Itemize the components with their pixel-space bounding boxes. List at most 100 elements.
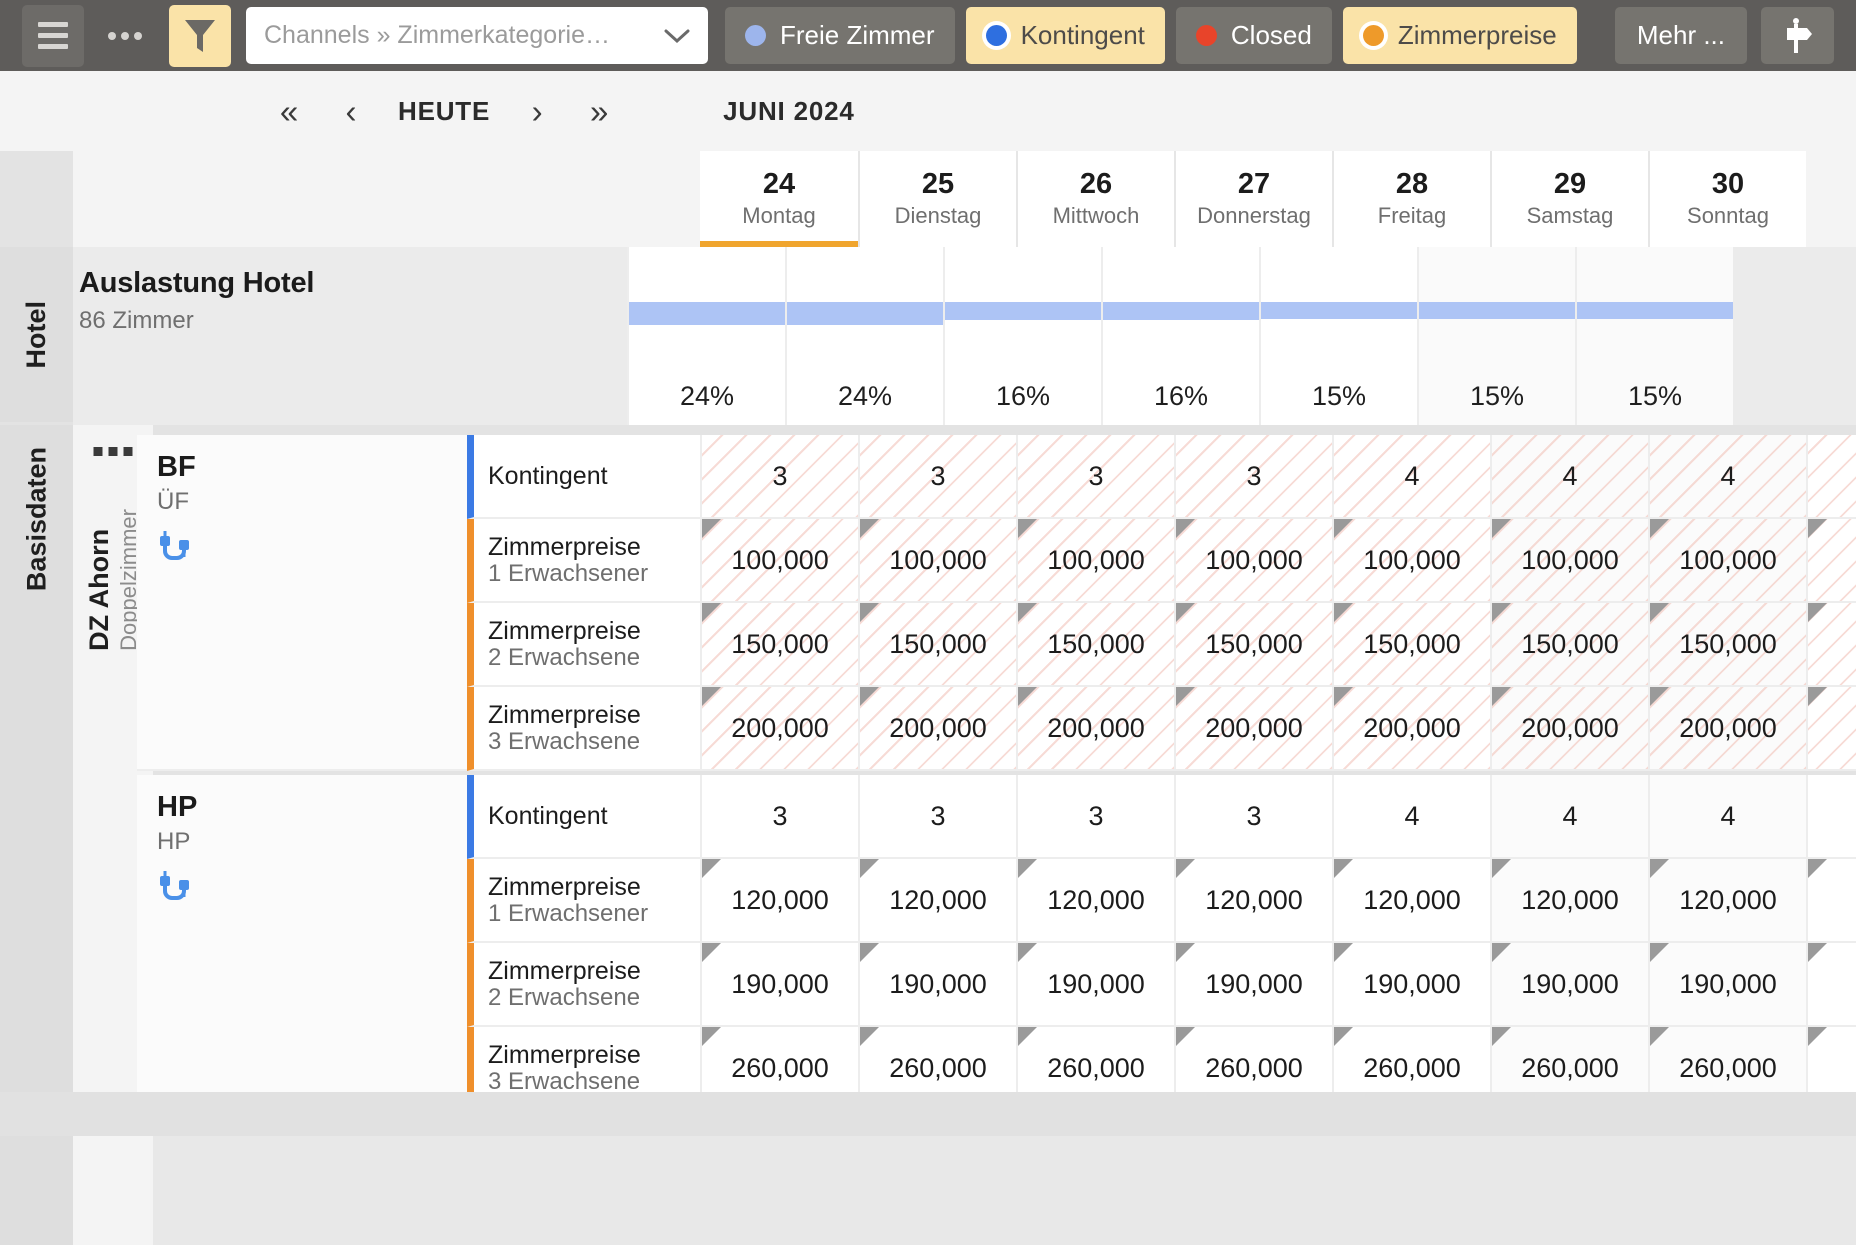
signpost-button[interactable] [1761,7,1834,64]
grid-cell[interactable]: 3 [858,435,1016,519]
more-button[interactable]: Mehr ... [1615,7,1747,64]
day-header-cell[interactable]: 30Sonntag [1648,151,1806,247]
day-header-cell[interactable]: 25Dienstag [858,151,1016,247]
grid-cell[interactable]: 3 [700,435,858,519]
filter-button[interactable] [169,5,231,67]
grid-cell[interactable]: 4 [1490,435,1648,519]
grid-cell[interactable]: 3 [1016,775,1174,859]
day-header-cell[interactable]: 26Mittwoch [1016,151,1174,247]
grid-cell[interactable]: 190,000 [700,943,858,1027]
channel-connector-icon[interactable] [137,516,467,569]
grid-cell[interactable]: 120,000 [1174,859,1332,943]
grid-cell[interactable]: 100,000 [858,519,1016,603]
grid-cell[interactable]: 150,000 [858,603,1016,687]
grid-cell-partial[interactable] [1806,687,1856,771]
next-button[interactable]: › [506,95,568,128]
chevron-down-icon[interactable] [664,23,690,49]
grid-cell[interactable]: 100,000 [1490,519,1648,603]
grid-cell[interactable]: 200,000 [700,687,858,771]
grid-cell[interactable]: 190,000 [1332,943,1490,1027]
grid-cell-partial[interactable] [1806,943,1856,1027]
grid-cell-partial[interactable] [1806,435,1856,519]
grid-cell-partial[interactable] [1806,519,1856,603]
grid-cell[interactable]: 150,000 [1332,603,1490,687]
rateplan-info[interactable]: BFÜF [137,435,467,771]
grid-cell-partial[interactable] [1806,775,1856,859]
occupancy-cell[interactable]: 15% [1575,247,1733,425]
category-menu-button[interactable] [94,447,133,456]
grid-cell[interactable]: 120,000 [700,859,858,943]
grid-cell[interactable]: 3 [1174,435,1332,519]
grid-cell[interactable]: 190,000 [1174,943,1332,1027]
day-header-cell[interactable]: 27Donnerstag [1174,151,1332,247]
row-label[interactable]: Kontingent [467,435,700,519]
occupancy-cell[interactable]: 15% [1259,247,1417,425]
legend-closed[interactable]: Closed [1176,7,1332,64]
grid-cell[interactable]: 150,000 [1648,603,1806,687]
grid-cell[interactable]: 3 [1016,435,1174,519]
main-menu-button[interactable] [22,5,84,67]
grid-cell-partial[interactable] [1806,859,1856,943]
jump-last-button[interactable]: » [568,95,630,128]
grid-cell[interactable]: 150,000 [700,603,858,687]
grid-cell[interactable]: 4 [1332,435,1490,519]
grid-cell[interactable]: 100,000 [1016,519,1174,603]
occupancy-cell[interactable]: 24% [785,247,943,425]
grid-cell[interactable]: 3 [700,775,858,859]
grid-cell[interactable]: 190,000 [858,943,1016,1027]
grid-cell[interactable]: 100,000 [1648,519,1806,603]
row-label[interactable]: Kontingent [467,775,700,859]
grid-cell[interactable]: 150,000 [1174,603,1332,687]
row-label[interactable]: Zimmerpreise1 Erwachsener [467,859,700,943]
occupancy-cell[interactable]: 16% [1101,247,1259,425]
grid-cell[interactable]: 100,000 [1174,519,1332,603]
row-label[interactable]: Zimmerpreise2 Erwachsene [467,603,700,687]
legend-zimmerpreise[interactable]: Zimmerpreise [1343,7,1577,64]
grid-cell[interactable]: 200,000 [858,687,1016,771]
rail-hotel[interactable]: Hotel [0,247,73,422]
grid-cell[interactable]: 200,000 [1490,687,1648,771]
grid-cell[interactable]: 120,000 [1332,859,1490,943]
grid-cell[interactable]: 200,000 [1332,687,1490,771]
search-field-wrapper[interactable] [246,7,708,64]
occupancy-cell[interactable]: 15% [1417,247,1575,425]
row-label[interactable]: Zimmerpreise2 Erwachsene [467,943,700,1027]
grid-cell-partial[interactable] [1806,603,1856,687]
grid-cell[interactable]: 4 [1648,435,1806,519]
channel-connector-icon[interactable] [137,856,467,909]
rateplan-info[interactable]: HPHP [137,775,467,1111]
day-header-cell[interactable]: 29Samstag [1490,151,1648,247]
grid-cell[interactable]: 100,000 [700,519,858,603]
today-button[interactable]: HEUTE [382,96,506,127]
grid-cell[interactable]: 150,000 [1490,603,1648,687]
grid-cell[interactable]: 4 [1648,775,1806,859]
grid-cell[interactable]: 4 [1332,775,1490,859]
grid-cell[interactable]: 120,000 [1016,859,1174,943]
grid-cell[interactable]: 200,000 [1174,687,1332,771]
grid-cell[interactable]: 3 [858,775,1016,859]
legend-kontingent[interactable]: Kontingent [966,7,1165,64]
grid-cell[interactable]: 4 [1490,775,1648,859]
legend-freie-zimmer[interactable]: Freie Zimmer [725,7,955,64]
occupancy-cell[interactable]: 16% [943,247,1101,425]
grid-cell[interactable]: 120,000 [858,859,1016,943]
prev-button[interactable]: ‹ [320,95,382,128]
grid-cell[interactable]: 3 [1174,775,1332,859]
grid-cell[interactable]: 200,000 [1016,687,1174,771]
occupancy-cell[interactable]: 24% [627,247,785,425]
grid-cell[interactable]: 190,000 [1648,943,1806,1027]
grid-cell[interactable]: 190,000 [1490,943,1648,1027]
grid-cell[interactable]: 200,000 [1648,687,1806,771]
grid-cell[interactable]: 150,000 [1016,603,1174,687]
grid-cell[interactable]: 120,000 [1648,859,1806,943]
grid-cell[interactable]: 100,000 [1332,519,1490,603]
overflow-menu-button[interactable] [94,5,156,67]
day-header-cell[interactable]: 28Freitag [1332,151,1490,247]
row-label[interactable]: Zimmerpreise3 Erwachsene [467,687,700,771]
grid-cell[interactable]: 190,000 [1016,943,1174,1027]
search-input[interactable] [264,21,664,50]
jump-first-button[interactable]: « [258,95,320,128]
day-header-cell[interactable]: 24Montag [700,151,858,247]
grid-cell[interactable]: 120,000 [1490,859,1648,943]
row-label[interactable]: Zimmerpreise1 Erwachsener [467,519,700,603]
